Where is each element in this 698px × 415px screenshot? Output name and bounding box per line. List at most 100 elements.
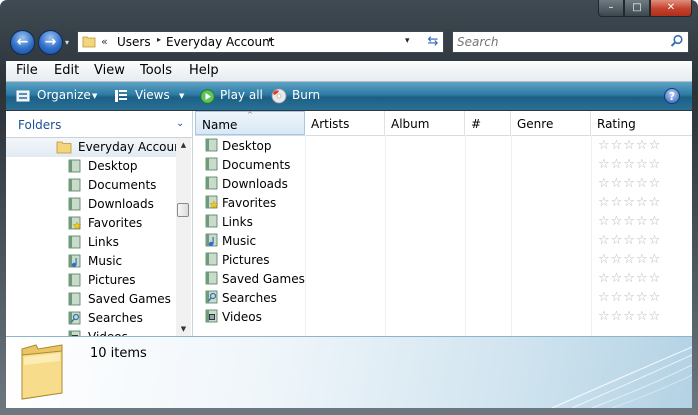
column-album-label: Album — [391, 117, 430, 131]
maximize-button[interactable]: □ — [624, 0, 650, 17]
rating-stars[interactable]: ☆☆☆☆☆ — [598, 195, 661, 210]
rating-stars[interactable]: ☆☆☆☆☆ — [598, 157, 661, 172]
search-icon[interactable] — [670, 34, 684, 48]
table-row[interactable]: Searches ☆☆☆☆☆ — [195, 288, 692, 307]
tree-item-documents[interactable]: Documents — [6, 176, 176, 195]
play-all-button[interactable]: Play all — [220, 88, 263, 102]
breadcrumb-separator[interactable]: ▸ — [157, 35, 161, 44]
search-input[interactable] — [457, 34, 657, 50]
table-row[interactable]: Links ☆☆☆☆☆ — [195, 212, 692, 231]
tree-item-pictures[interactable]: Pictures — [6, 271, 176, 290]
organize-icon — [16, 90, 30, 102]
tree-item-links[interactable]: Links — [6, 233, 176, 252]
menu-view[interactable]: View — [94, 63, 125, 78]
column-name-label: Name — [202, 118, 238, 132]
table-row[interactable]: Favorites ☆☆☆☆☆ — [195, 193, 692, 212]
views-dropdown-icon[interactable]: ▼ — [179, 92, 184, 100]
saved-games-folder-icon — [205, 271, 218, 285]
close-button[interactable]: ✕ — [650, 0, 692, 17]
tree-item-downloads[interactable]: Downloads — [6, 195, 176, 214]
rating-stars[interactable]: ☆☆☆☆☆ — [598, 214, 661, 229]
folders-header[interactable]: Folders ⌄ — [6, 111, 192, 138]
burn-button[interactable]: Burn — [292, 88, 320, 102]
tree-item-label: Music — [88, 254, 123, 268]
column-album[interactable]: Album — [385, 111, 465, 135]
rating-stars[interactable]: ☆☆☆☆☆ — [598, 138, 661, 153]
downloads-folder-icon — [205, 176, 218, 190]
menu-bar: File Edit View Tools Help — [6, 61, 692, 82]
saved-games-folder-icon — [68, 292, 81, 306]
scrollbar-thumb[interactable] — [177, 203, 189, 217]
breadcrumb-separator[interactable]: ▸ — [269, 35, 273, 44]
file-name: Links — [222, 215, 253, 229]
file-name: Saved Games — [222, 272, 305, 286]
table-row[interactable]: Saved Games ☆☆☆☆☆ — [195, 269, 692, 288]
tree-item-saved-games[interactable]: Saved Games — [6, 290, 176, 309]
tree-item-label: Everyday Account — [78, 140, 176, 154]
tree-item-everyday-account[interactable]: Everyday Account — [6, 138, 176, 157]
rating-stars[interactable]: ☆☆☆☆☆ — [598, 233, 661, 248]
views-button[interactable]: Views — [135, 88, 170, 102]
tree-item-videos[interactable]: Videos — [6, 328, 176, 336]
table-row[interactable]: Pictures ☆☆☆☆☆ — [195, 250, 692, 269]
tree-item-searches[interactable]: Searches — [6, 309, 176, 328]
tree-item-music[interactable]: Music — [6, 252, 176, 271]
menu-file[interactable]: File — [16, 63, 38, 78]
address-bar[interactable]: « Users ▸ Everyday Account ▸ ▾ ⇆ — [77, 31, 444, 53]
rating-stars[interactable]: ☆☆☆☆☆ — [598, 176, 661, 191]
pictures-folder-icon — [68, 273, 81, 287]
rating-stars[interactable]: ☆☆☆☆☆ — [598, 309, 661, 324]
scroll-down-arrow-icon[interactable]: ▼ — [176, 322, 191, 336]
column-track-number[interactable]: # — [465, 111, 511, 135]
rating-stars[interactable]: ☆☆☆☆☆ — [598, 252, 661, 267]
menu-tools[interactable]: Tools — [140, 63, 172, 78]
table-row[interactable]: Desktop ☆☆☆☆☆ — [195, 136, 692, 155]
explorer-window: – □ ✕ ← → ▾ « Users ▸ Everyday Account ▸… — [0, 0, 698, 415]
organize-dropdown-icon[interactable]: ▼ — [92, 92, 97, 100]
address-overflow-chevron[interactable]: « — [101, 35, 108, 48]
table-row[interactable]: Downloads ☆☆☆☆☆ — [195, 174, 692, 193]
large-folder-icon — [21, 344, 63, 400]
play-icon — [200, 89, 215, 104]
table-row[interactable]: Music ☆☆☆☆☆ — [195, 231, 692, 250]
menu-edit[interactable]: Edit — [54, 63, 79, 78]
music-folder-icon — [68, 254, 81, 268]
table-row[interactable]: Videos ☆☆☆☆☆ — [195, 307, 692, 326]
breadcrumb-everyday-account[interactable]: Everyday Account — [166, 35, 274, 49]
address-dropdown-button[interactable]: ▾ — [405, 36, 410, 46]
scroll-up-arrow-icon[interactable]: ▲ — [176, 138, 191, 152]
recent-pages-dropdown[interactable]: ▾ — [65, 38, 69, 47]
file-name: Downloads — [222, 177, 288, 191]
back-button[interactable]: ← — [10, 30, 35, 55]
videos-folder-icon — [205, 309, 218, 323]
column-genre[interactable]: Genre — [511, 111, 591, 135]
organize-button[interactable]: Organize — [37, 88, 91, 102]
links-folder-icon — [68, 235, 81, 249]
collapse-chevron-icon[interactable]: ⌄ — [176, 118, 184, 129]
file-name: Pictures — [222, 253, 270, 267]
tree-item-label: Pictures — [88, 273, 136, 287]
tree-item-label: Links — [88, 235, 119, 249]
help-icon[interactable]: ? — [664, 88, 680, 104]
file-name: Favorites — [222, 196, 277, 210]
minimize-button[interactable]: – — [598, 0, 624, 17]
tree-item-desktop[interactable]: Desktop — [6, 157, 176, 176]
rating-stars[interactable]: ☆☆☆☆☆ — [598, 290, 661, 305]
breadcrumb-users[interactable]: Users — [117, 35, 151, 49]
column-header-row: Name ^ Artists Album # Genre Rating — [195, 111, 692, 136]
tree-item-favorites[interactable]: Favorites — [6, 214, 176, 233]
rating-stars[interactable]: ☆☆☆☆☆ — [598, 271, 661, 286]
column-track-number-label: # — [471, 117, 482, 131]
folder-icon — [82, 36, 96, 48]
menu-help[interactable]: Help — [189, 63, 219, 78]
folder-tree-scrollbar[interactable]: ▲ ▼ — [176, 138, 191, 336]
file-name: Desktop — [222, 139, 272, 153]
column-artists[interactable]: Artists — [305, 111, 385, 135]
refresh-button[interactable]: ⇆ — [424, 33, 442, 51]
column-rating[interactable]: Rating — [591, 111, 692, 135]
column-name[interactable]: Name ^ — [195, 111, 305, 135]
table-row[interactable]: Documents ☆☆☆☆☆ — [195, 155, 692, 174]
navigation-pane: Folders ⌄ Everyday Account Desktop Documen… — [6, 111, 193, 336]
folder-tree: Everyday Account Desktop Documents Download… — [6, 138, 176, 336]
forward-button[interactable]: → — [38, 30, 63, 55]
